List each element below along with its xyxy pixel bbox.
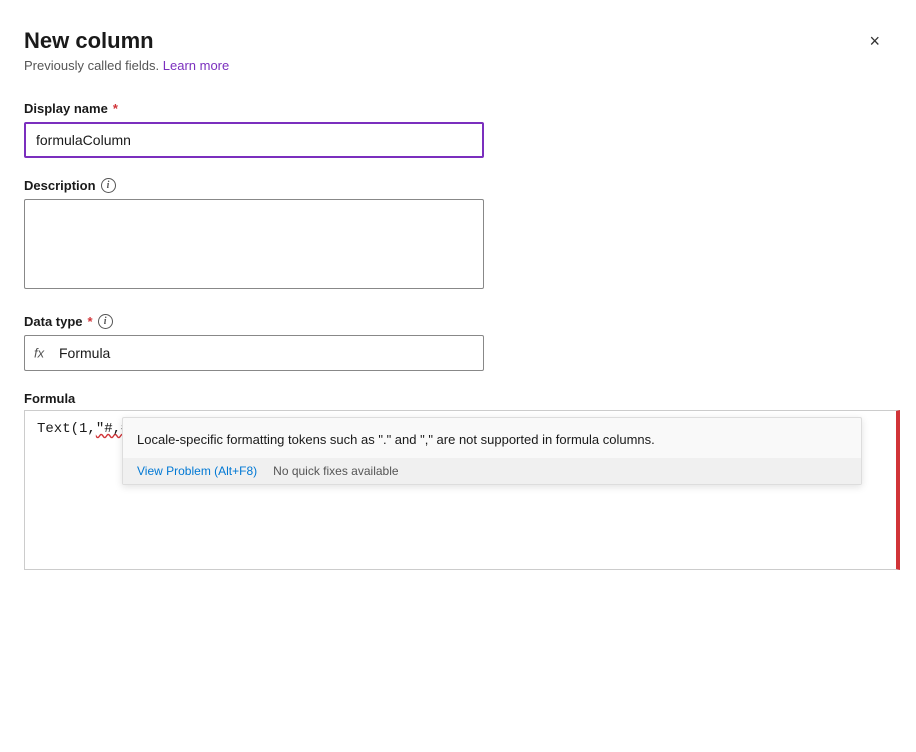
display-name-required: * [113, 101, 118, 116]
formula-section: Formula Locale-specific formatting token… [24, 391, 884, 570]
data-type-label: Data type * i [24, 314, 884, 329]
tooltip-popup: Locale-specific formatting tokens such a… [122, 417, 862, 485]
display-name-section: Display name * [24, 101, 884, 158]
formula-section-header: Formula Locale-specific formatting token… [24, 391, 884, 406]
formula-label: Formula [24, 391, 75, 406]
dialog-subtitle: Previously called fields. Learn more [24, 58, 884, 73]
display-name-input[interactable] [24, 122, 484, 158]
view-problem-link[interactable]: View Problem (Alt+F8) [137, 464, 257, 478]
new-column-dialog: New column × Previously called fields. L… [0, 0, 916, 752]
no-quick-fixes-label: No quick fixes available [273, 464, 398, 478]
dialog-header: New column × [24, 28, 884, 54]
data-type-section: Data type * i fx Formula [24, 314, 884, 371]
tooltip-message: Locale-specific formatting tokens such a… [137, 430, 847, 450]
tooltip-actions: View Problem (Alt+F8) No quick fixes ava… [123, 458, 861, 484]
description-info-icon: i [101, 178, 116, 193]
close-button[interactable]: × [865, 28, 884, 54]
learn-more-link[interactable]: Learn more [163, 58, 229, 73]
description-section: Description i [24, 178, 884, 294]
data-type-info-icon: i [98, 314, 113, 329]
data-type-select[interactable]: Formula [24, 335, 484, 371]
data-type-required: * [88, 314, 93, 329]
display-name-label: Display name * [24, 101, 884, 116]
description-label: Description i [24, 178, 884, 193]
data-type-wrapper: fx Formula [24, 335, 484, 371]
dialog-title: New column [24, 28, 154, 54]
description-input[interactable] [24, 199, 484, 289]
